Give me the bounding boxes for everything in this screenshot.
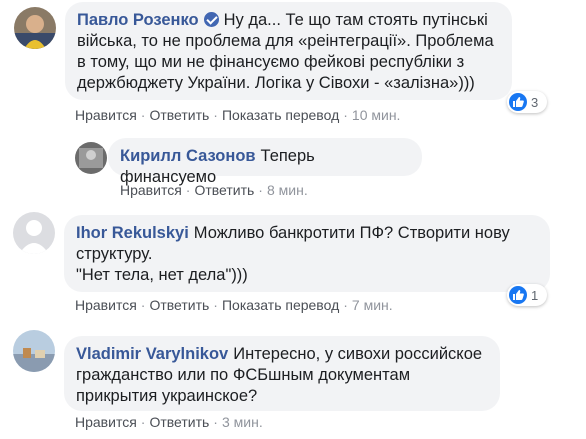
comment-author[interactable]: Кирилл Сазонов xyxy=(120,147,256,165)
verified-badge-icon xyxy=(203,12,219,27)
comment-text-line: Можливо банкротити ПФ? Створити нову xyxy=(193,224,510,242)
comment-text-line: структуру. xyxy=(76,245,153,263)
like-button[interactable]: Нравится xyxy=(120,182,182,198)
comment-bubble: Кирилл Сазонов Теперь финансуемо xyxy=(108,138,422,186)
reaction-number: 3 xyxy=(531,94,539,110)
translate-button[interactable]: Показать перевод xyxy=(222,107,339,123)
timestamp[interactable]: 3 мин. xyxy=(222,414,263,430)
comment-text-line: "Нет тела, нет дела"))) xyxy=(76,266,248,284)
reply-button[interactable]: Ответить xyxy=(149,107,209,123)
comment-actions: Нравится · Ответить · Показать перевод · 7 мин… xyxy=(75,297,393,313)
like-icon xyxy=(509,93,527,111)
translate-button[interactable]: Показать перевод xyxy=(222,297,339,313)
avatar[interactable] xyxy=(14,7,56,49)
like-icon xyxy=(509,286,527,304)
comment-author[interactable]: Ihor Rekulskyi xyxy=(76,224,189,242)
like-button[interactable]: Нравится xyxy=(75,414,137,430)
comment-bubble: Vladimir Varylnikov Интересно, у сивохи р… xyxy=(64,336,500,411)
reply-button[interactable]: Ответить xyxy=(149,297,209,313)
comment-author[interactable]: Павло Розенко xyxy=(77,11,199,29)
timestamp[interactable]: 10 мин. xyxy=(352,107,401,123)
comment-actions: Нравится · Ответить · Показать перевод · 10 ми… xyxy=(75,107,401,123)
reply-button[interactable]: Ответить xyxy=(194,182,254,198)
avatar[interactable] xyxy=(13,330,55,372)
like-button[interactable]: Нравится xyxy=(75,297,137,313)
like-button[interactable]: Нравится xyxy=(75,107,137,123)
reaction-count[interactable]: 3 xyxy=(507,91,547,113)
reply-button[interactable]: Ответить xyxy=(149,414,209,430)
comment-bubble: Павло Розенко Ну да... Те що там стоять п… xyxy=(65,2,512,100)
comment-bubble: Ihor Rekulskyi Можливо банкротити ПФ? Ств… xyxy=(64,215,550,292)
avatar[interactable] xyxy=(13,212,55,254)
comment-actions: Нравится · Ответить · 8 мин. xyxy=(120,182,308,198)
avatar[interactable] xyxy=(75,142,107,174)
comment-author[interactable]: Vladimir Varylnikov xyxy=(76,345,228,363)
timestamp[interactable]: 8 мин. xyxy=(267,182,308,198)
comment-actions: Нравится · Ответить · 3 мин. xyxy=(75,414,263,430)
reaction-count[interactable]: 1 xyxy=(507,284,547,306)
timestamp[interactable]: 7 мин. xyxy=(352,297,393,313)
reaction-number: 1 xyxy=(531,287,539,303)
